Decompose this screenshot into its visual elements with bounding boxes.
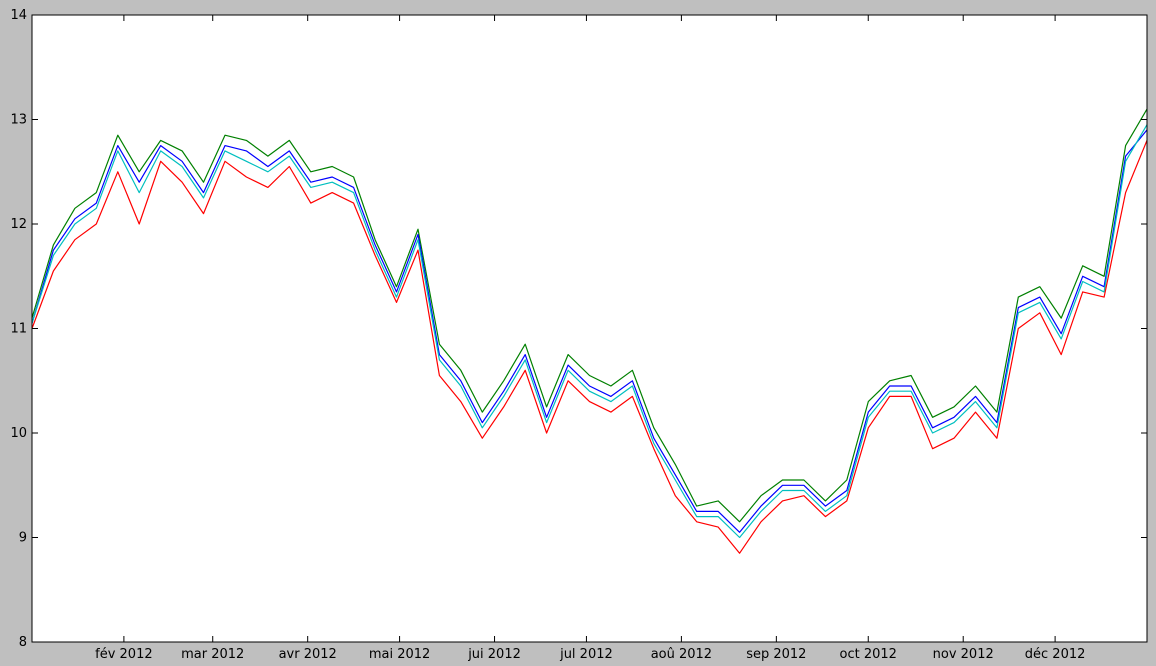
plot-area	[32, 15, 1147, 642]
y-tick-label: 13	[10, 113, 27, 128]
x-tick-label: mai 2012	[369, 647, 430, 662]
x-tick-label: mar 2012	[181, 647, 244, 662]
x-tick-label: aoû 2012	[651, 647, 712, 662]
x-tick-label: avr 2012	[279, 647, 337, 662]
line-chart: 8 9 10 11 12 13 14 fév 2012 mar 2012 avr 2012 mai…	[10, 8, 1148, 662]
x-tick-label: nov 2012	[933, 647, 994, 662]
x-tick-label: déc 2012	[1025, 647, 1086, 662]
y-tick-label: 10	[10, 426, 27, 441]
x-tick-label: oct 2012	[840, 647, 897, 662]
x-tick-label: sep 2012	[746, 647, 806, 662]
y-tick-label: 14	[10, 8, 27, 23]
y-tick-label: 8	[19, 635, 27, 650]
x-tick-label: jui 2012	[467, 647, 521, 662]
y-tick-label: 11	[10, 322, 27, 337]
y-tick-label: 9	[19, 531, 27, 546]
x-tick-label: jul 2012	[559, 647, 613, 662]
y-tick-label: 12	[10, 217, 27, 232]
x-tick-label: fév 2012	[95, 647, 152, 662]
